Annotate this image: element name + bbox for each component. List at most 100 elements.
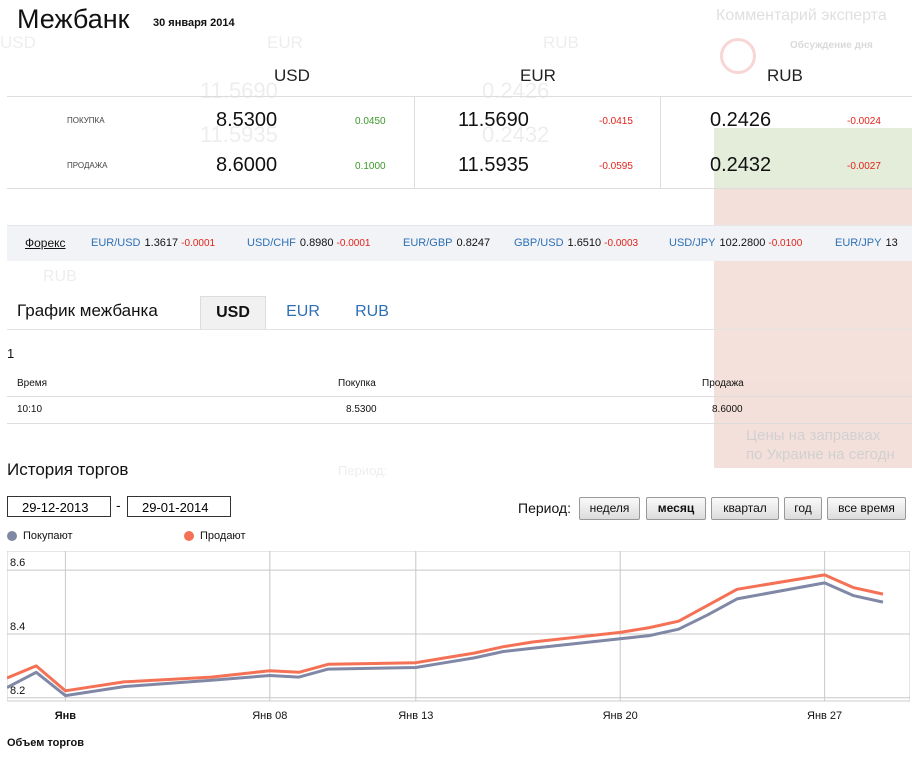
period-week-button[interactable]: неделя [579, 497, 640, 520]
date-to-input[interactable] [127, 496, 231, 517]
expert-avatar [720, 38, 756, 74]
usd-sell-change: 0.1000 [355, 161, 386, 172]
pair-name: EUR/USD [91, 237, 141, 249]
banner-line-1: Цены на заправках [746, 427, 881, 444]
x-tick-label: Янв 08 [252, 710, 287, 722]
column-separator [660, 96, 661, 188]
x-tick-label: Янв 27 [807, 710, 842, 722]
currency-header-eur: EUR [520, 66, 556, 85]
pair-change: -0.0100 [768, 238, 803, 249]
x-tick-label: Янв [55, 710, 77, 722]
usd-sell-value: 8.6000 [216, 154, 278, 176]
pair-change: -0.0003 [604, 238, 639, 249]
rub-buy-change: -0.0024 [847, 116, 881, 127]
col-sell: Продажа [702, 378, 744, 389]
page-date: 30 января 2014 [153, 17, 235, 29]
x-tick-label: Янв 13 [398, 710, 433, 722]
tabs-underline [7, 329, 912, 330]
cell-buy: 8.5300 [346, 404, 377, 415]
forex-pair[interactable]: USD/JPY 102.2800 -0.0100 [669, 237, 802, 249]
pair-name: GBP/USD [514, 237, 564, 249]
cell-sell: 8.6000 [712, 404, 743, 415]
pair-name: EUR/GBP [403, 237, 453, 249]
pair-price: 0.8980 [299, 237, 334, 249]
table-header-line [7, 396, 912, 397]
row-separator [7, 96, 912, 97]
date-range-dash: - [116, 497, 121, 513]
pair-price: 1.3617 [144, 237, 179, 249]
pair-price: 0.8247 [456, 237, 491, 249]
usd-buy-change: 0.0450 [355, 116, 386, 127]
forex-pair[interactable]: EUR/GBP 0.8247 [403, 237, 493, 249]
column-separator [414, 96, 415, 188]
pair-price: 102.2800 [719, 237, 766, 249]
eur-buy-value: 11.5690 [458, 109, 529, 131]
interbank-chart-title: График межбанка [17, 301, 158, 320]
pair-name: EUR/JPY [835, 237, 882, 249]
pair-change: -0.0001 [181, 238, 216, 249]
ghost-text: 11.5690 [200, 78, 278, 103]
history-chart: 8.2 8.4 8.6 Янв Янв 08 Янв 13 Янв 20 Янв 27 [7, 551, 910, 722]
history-title: История торгов [7, 460, 129, 479]
y-tick-label: 8.4 [10, 621, 25, 633]
plot-area [7, 551, 910, 702]
ghost-text: RUB [543, 33, 579, 52]
legend-sell[interactable]: Продают [184, 530, 245, 542]
forex-link[interactable]: Форекс [25, 236, 66, 250]
forex-pair[interactable]: GBP/USD 1.6510 -0.0003 [514, 237, 638, 249]
buy-row-label: ПОКУПКА [67, 116, 105, 125]
tab-rub[interactable]: RUB [342, 296, 402, 330]
eur-sell-change: -0.0595 [599, 161, 633, 172]
volume-title: Объем торгов [7, 737, 84, 749]
period-year-button[interactable]: год [784, 497, 822, 520]
banner-line-2: по Украине на сегодн [746, 446, 895, 463]
legend-buy-dot [7, 531, 17, 541]
pair-name: USD/CHF [247, 237, 296, 249]
currency-header-rub: RUB [767, 66, 803, 85]
pair-change: -0.0001 [336, 238, 371, 249]
pair-name: USD/JPY [669, 237, 716, 249]
forex-pair[interactable]: EUR/JPY 13 [835, 237, 898, 249]
x-tick-label: Янв 20 [603, 710, 638, 722]
sell-row-label: ПРОДАЖА [67, 161, 108, 170]
date-from-input[interactable] [7, 496, 111, 517]
y-tick-label: 8.2 [10, 685, 25, 697]
tab-usd[interactable]: USD [200, 296, 266, 330]
forex-pair[interactable]: USD/CHF 0.8980 -0.0001 [247, 237, 370, 249]
ghost-text: RUB [43, 268, 77, 285]
ghost-text: EUR [267, 33, 303, 52]
col-buy: Покупка [338, 378, 376, 389]
usd-buy-value: 8.5300 [216, 109, 278, 131]
rub-sell-value: 0.2432 [710, 154, 772, 176]
col-time: Время [17, 378, 48, 389]
ghost-text: Период: [338, 463, 388, 478]
pair-price: 13 [885, 237, 898, 249]
currency-header-usd: USD [274, 66, 310, 85]
table-bottom-line [7, 423, 912, 424]
banner-text: Цены на заправках по Украине на сегодн [746, 426, 895, 464]
ghost-text: USD [0, 33, 36, 52]
eur-sell-value: 11.5935 [458, 154, 529, 176]
legend-sell-dot [184, 531, 194, 541]
rub-sell-change: -0.0027 [847, 161, 881, 172]
page-title: Межбанк [17, 4, 130, 34]
pair-price: 1.6510 [567, 237, 602, 249]
expert-title: Комментарий эксперта [716, 7, 887, 24]
period-label: Период: [518, 500, 571, 516]
eur-buy-change: -0.0415 [599, 116, 633, 127]
legend-sell-label: Продают [200, 530, 246, 542]
record-count: 1 [7, 346, 15, 361]
forex-ticker: Форекс EUR/USD 1.3617 -0.0001 USD/CHF 0.898… [7, 225, 912, 261]
cell-time: 10:10 [17, 404, 43, 415]
period-all-button[interactable]: все время [827, 497, 906, 520]
y-tick-label: 8.6 [10, 557, 25, 569]
period-month-button[interactable]: месяц [646, 497, 706, 520]
discussion-label: Обсуждение дня [790, 40, 873, 51]
legend-buy-label: Покупают [23, 530, 73, 542]
tab-eur[interactable]: EUR [272, 296, 334, 330]
rub-buy-value: 0.2426 [710, 109, 772, 131]
forex-pair[interactable]: EUR/USD 1.3617 -0.0001 [91, 237, 215, 249]
row-separator [7, 188, 912, 189]
legend-buy[interactable]: Покупают [7, 530, 73, 542]
period-quarter-button[interactable]: квартал [711, 497, 779, 520]
